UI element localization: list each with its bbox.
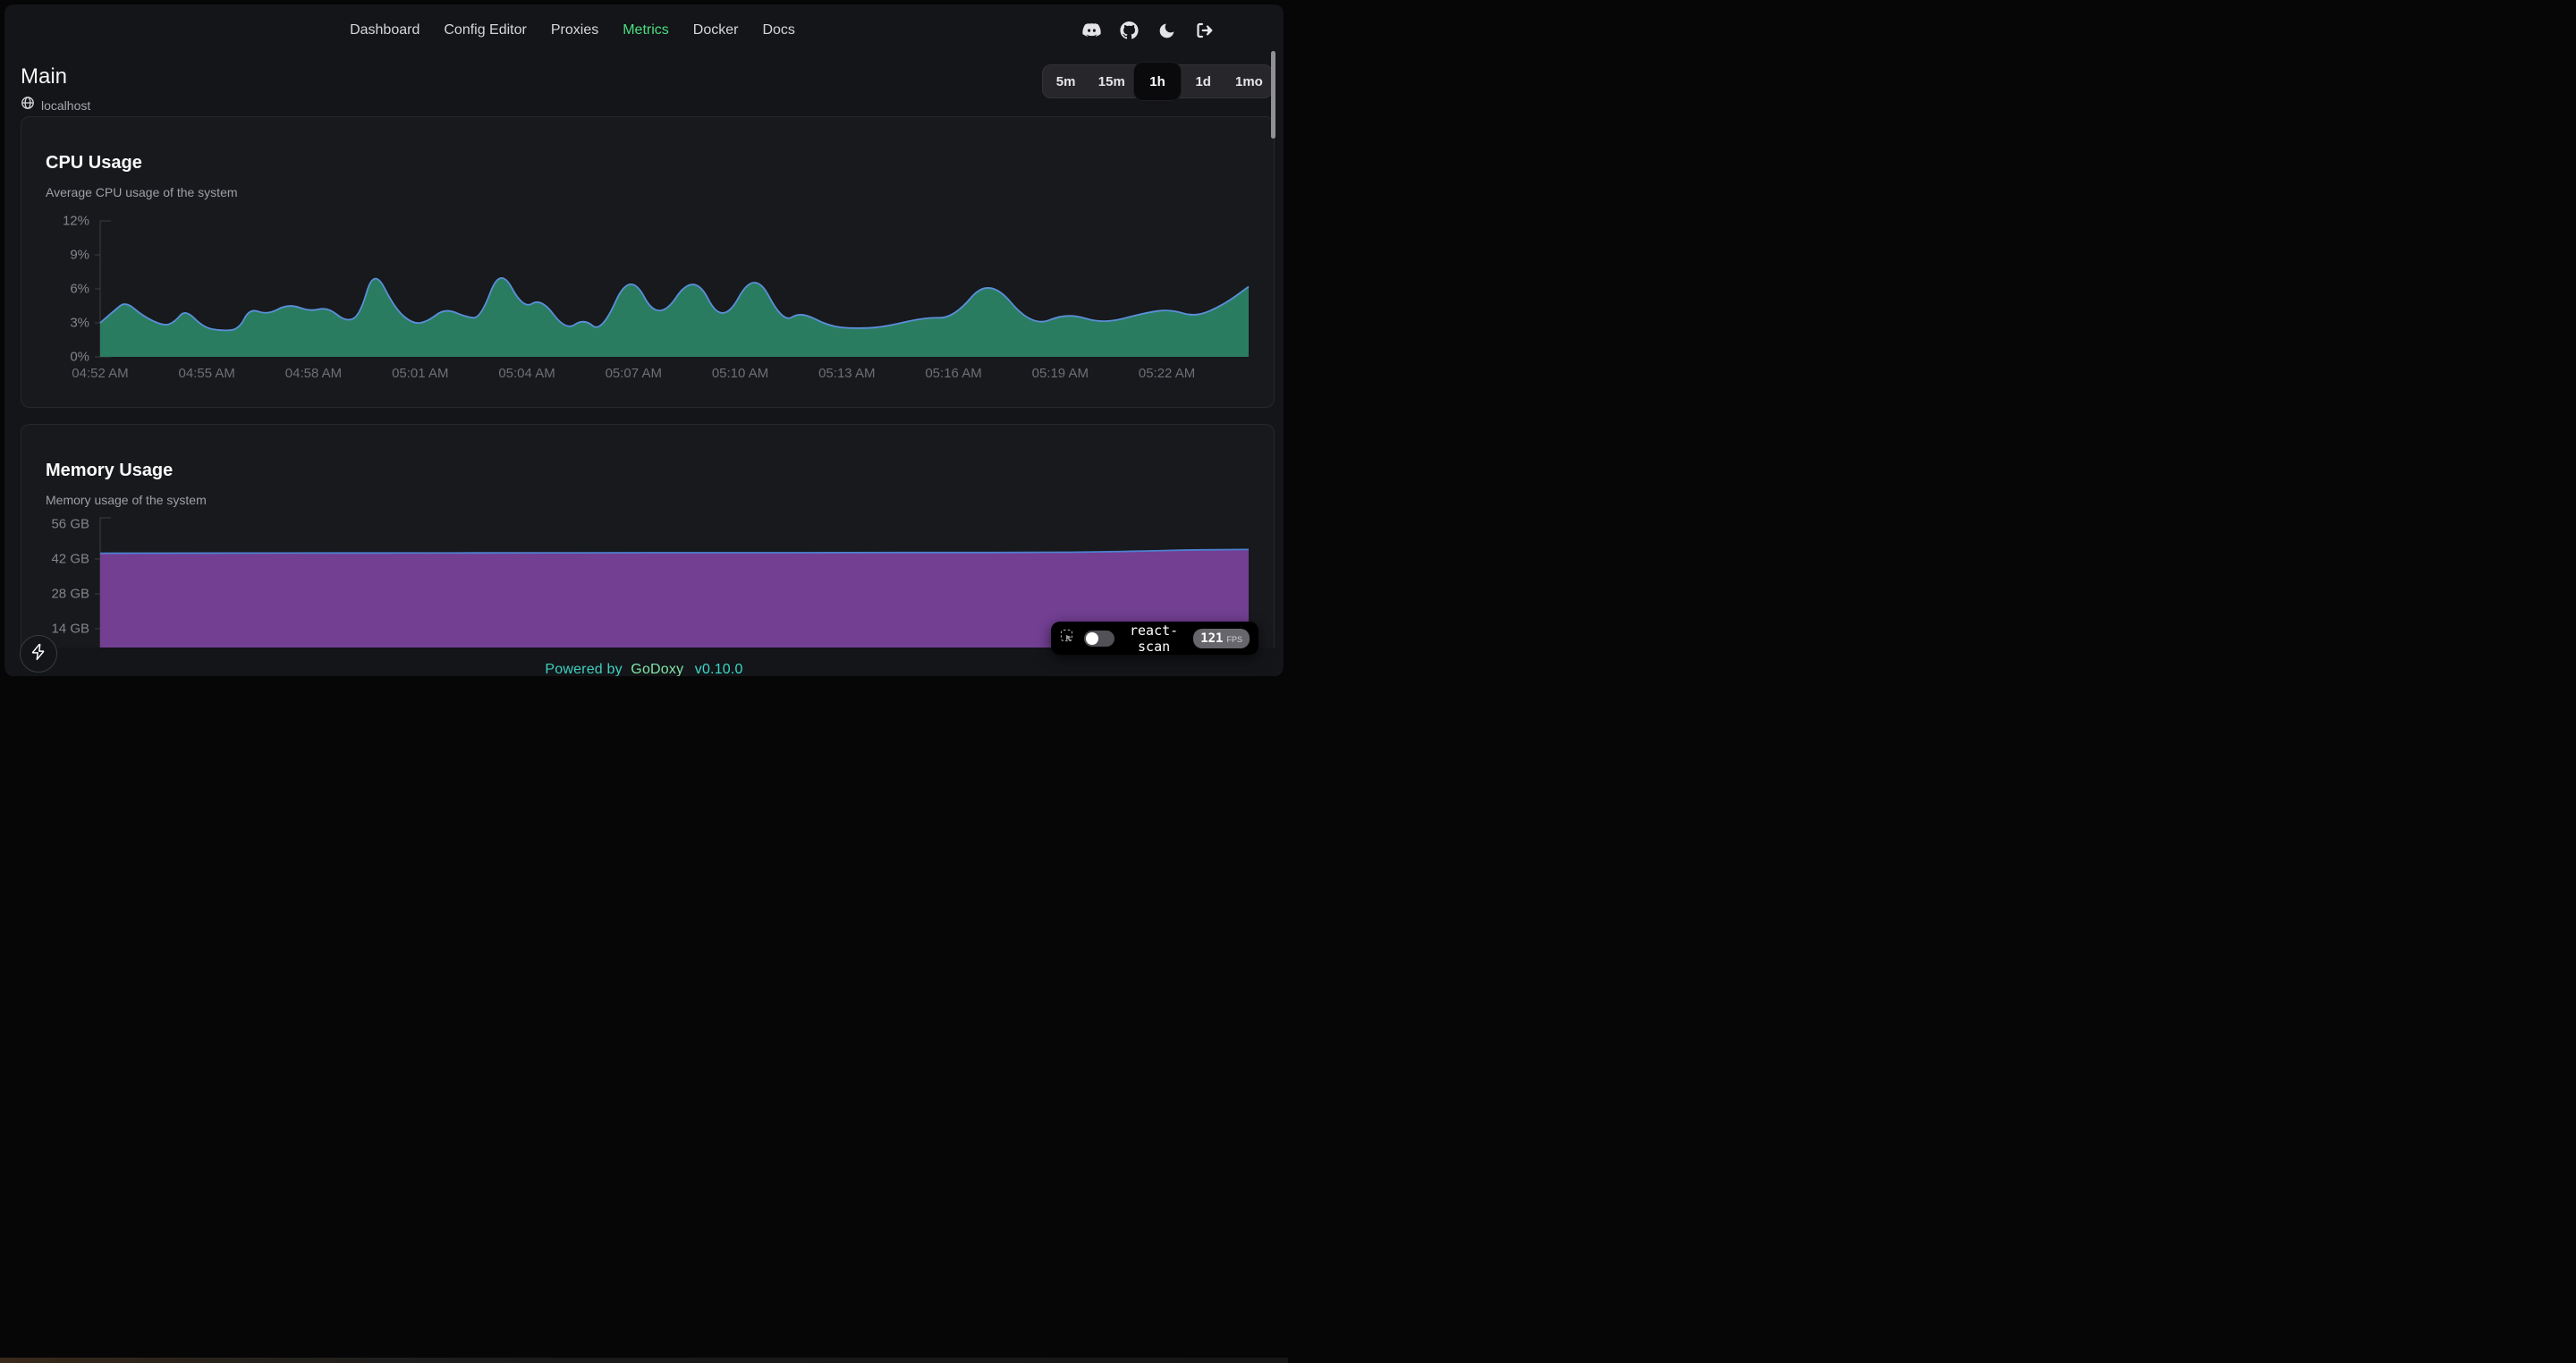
footer: Powered by GoDoxy v0.10.0 — [4, 662, 1284, 676]
react-scan-widget: react-scan 121 FPS — [1051, 622, 1258, 655]
y-axis-tick: 9% — [38, 248, 89, 263]
globe-icon — [21, 96, 35, 114]
time-option-1mo[interactable]: 1mo — [1226, 65, 1272, 97]
memory-area-chart[interactable] — [21, 425, 1274, 648]
react-scan-label: react-scan — [1123, 622, 1184, 655]
y-axis-tick: 3% — [38, 316, 89, 331]
x-axis-tick: 05:19 AM — [1020, 366, 1100, 381]
x-axis-tick: 05:22 AM — [1127, 366, 1208, 381]
nav-item-docker[interactable]: Docker — [693, 22, 739, 38]
footer-powered-by: Powered by — [545, 662, 623, 676]
app-panel: Dashboard Config Editor Proxies Metrics Dock… — [4, 4, 1284, 676]
time-option-5m[interactable]: 5m — [1043, 65, 1089, 97]
y-axis-tick: 12% — [38, 214, 89, 229]
lightning-icon — [30, 643, 47, 665]
y-axis-tick: 0% — [38, 350, 89, 365]
nav-item-proxies[interactable]: Proxies — [551, 22, 598, 38]
time-option-15m[interactable]: 15m — [1089, 65, 1134, 97]
time-option-1h[interactable]: 1h — [1134, 63, 1180, 100]
page-title: Main — [21, 64, 67, 89]
y-axis-tick: 6% — [38, 282, 89, 297]
footer-version: v0.10.0 — [695, 662, 743, 676]
y-axis-tick: 56 GB — [38, 517, 89, 532]
nav-item-dashboard[interactable]: Dashboard — [350, 22, 419, 38]
github-icon[interactable] — [1120, 21, 1139, 40]
x-axis-tick: 05:01 AM — [380, 366, 461, 381]
nav-item-config-editor[interactable]: Config Editor — [444, 22, 527, 38]
fps-value: 121 — [1200, 629, 1223, 648]
scan-toggle-knob — [1086, 632, 1098, 645]
quick-actions-button[interactable] — [20, 635, 57, 673]
discord-icon[interactable] — [1082, 21, 1101, 40]
scan-toggle[interactable] — [1084, 631, 1114, 647]
desktop-edge — [0, 1358, 1288, 1363]
theme-moon-icon[interactable] — [1157, 21, 1176, 40]
x-axis-tick: 05:04 AM — [487, 366, 567, 381]
x-axis-tick: 05:10 AM — [700, 366, 781, 381]
nav-menu: Dashboard Config Editor Proxies Metrics Dock… — [4, 4, 1140, 56]
cpu-usage-card: CPU Usage Average CPU usage of the syste… — [21, 116, 1275, 408]
x-axis-tick: 05:13 AM — [807, 366, 887, 381]
x-axis-tick: 05:16 AM — [913, 366, 994, 381]
x-axis-tick: 04:58 AM — [274, 366, 354, 381]
fps-badge: 121 FPS — [1193, 629, 1250, 648]
memory-usage-card: Memory Usage Memory usage of the system … — [21, 424, 1275, 648]
time-option-1d[interactable]: 1d — [1181, 65, 1226, 97]
x-axis-tick: 05:07 AM — [593, 366, 674, 381]
cpu-area-chart[interactable] — [21, 117, 1274, 407]
nav-item-metrics[interactable]: Metrics — [623, 22, 669, 38]
nav-item-docs[interactable]: Docs — [762, 22, 794, 38]
top-nav: Dashboard Config Editor Proxies Metrics Dock… — [4, 4, 1284, 62]
x-axis-tick: 04:55 AM — [166, 366, 247, 381]
scrollbar-thumb[interactable] — [1271, 51, 1275, 139]
host-row: localhost — [21, 96, 90, 114]
inspect-icon[interactable] — [1060, 629, 1075, 648]
y-axis-tick: 28 GB — [38, 587, 89, 602]
x-axis-tick: 04:52 AM — [60, 366, 140, 381]
y-axis-tick: 42 GB — [38, 552, 89, 567]
nav-icon-group — [1082, 4, 1214, 56]
footer-brand-link[interactable]: GoDoxy — [631, 662, 683, 676]
host-name: localhost — [41, 98, 90, 113]
y-axis-tick: 14 GB — [38, 622, 89, 637]
fps-unit: FPS — [1226, 630, 1242, 649]
time-range-selector: 5m15m1h1d1mo — [1042, 64, 1273, 98]
logout-icon[interactable] — [1195, 21, 1214, 40]
